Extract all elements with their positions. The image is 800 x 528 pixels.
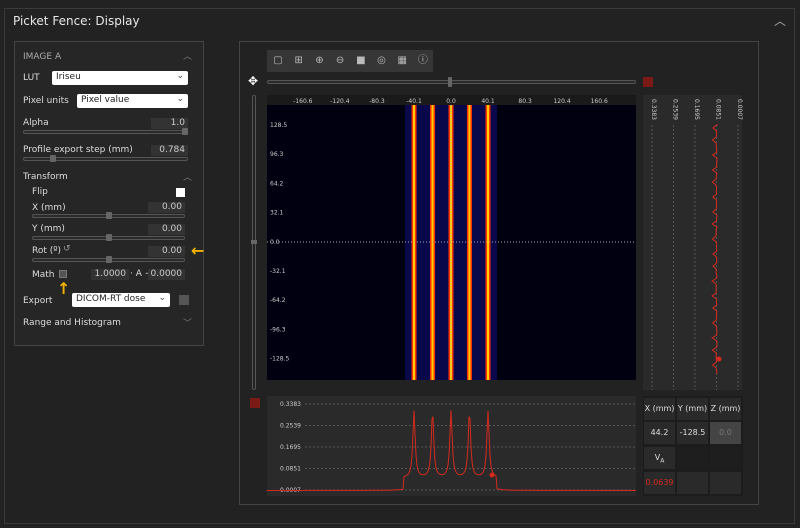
x-tick-label: 0.0	[446, 98, 456, 105]
empty-cell	[677, 447, 708, 469]
empty-cell	[710, 447, 741, 469]
x-tick-label: -40.1	[406, 98, 422, 105]
vertical-profile-plot[interactable]	[643, 95, 742, 390]
y-tick-label: -64.2	[270, 297, 286, 304]
x-tick-label: 80.3	[518, 98, 532, 105]
v-profile-marker	[717, 357, 722, 362]
x-tick-label: 120.4	[553, 98, 570, 105]
table-header: Y (mm)	[677, 398, 708, 420]
v-profile-tick: 0.2539	[672, 99, 679, 120]
picket-core	[487, 105, 489, 380]
x-tick-label: 160.6	[591, 98, 608, 105]
y-tick-label: 64.2	[270, 180, 284, 187]
y-tick-label: 0.0	[270, 239, 280, 246]
x-tick-label: -120.4	[330, 98, 350, 105]
empty-cell	[710, 472, 741, 494]
h-profile-tick: 0.3383	[280, 401, 301, 408]
h-profile-marker	[490, 473, 495, 478]
h-profile-tick: 0.2539	[280, 423, 301, 430]
y-tick-label: -96.3	[270, 326, 286, 333]
v-profile-tick: 0.3383	[650, 99, 657, 120]
table-header: X (mm)	[644, 398, 675, 420]
v-profile-tick: 0.0851	[715, 99, 722, 120]
y-tick-label: -128.5	[270, 356, 290, 363]
table-header: Z (mm)	[710, 398, 741, 420]
y-tick-label: 96.3	[270, 151, 284, 158]
x-tick-label: 40.1	[481, 98, 495, 105]
probe-value: 0.0639	[644, 472, 675, 494]
v-profile-tick: 0.0007	[736, 99, 743, 120]
table-value: 0.0	[710, 422, 741, 444]
y-tick-label: 128.5	[270, 122, 287, 129]
value-label: VA	[644, 447, 675, 469]
value-label-sub: A	[660, 458, 664, 465]
table-value: -128.5	[677, 422, 708, 444]
x-tick-label: -160.6	[293, 98, 313, 105]
h-profile-tick: 0.1695	[280, 444, 301, 451]
table-value: 44.2	[644, 422, 675, 444]
v-profile-tick: 0.1695	[693, 99, 700, 120]
empty-cell	[677, 472, 708, 494]
y-tick-label: -32.1	[270, 268, 286, 275]
x-tick-label: -80.3	[369, 98, 385, 105]
y-tick-label: 32.1	[270, 210, 284, 217]
probe-table: X (mm) Y (mm) Z (mm) 44.2 -128.5 0.0 VA 0.0639	[643, 396, 743, 496]
h-profile-tick: 0.0851	[280, 466, 301, 473]
